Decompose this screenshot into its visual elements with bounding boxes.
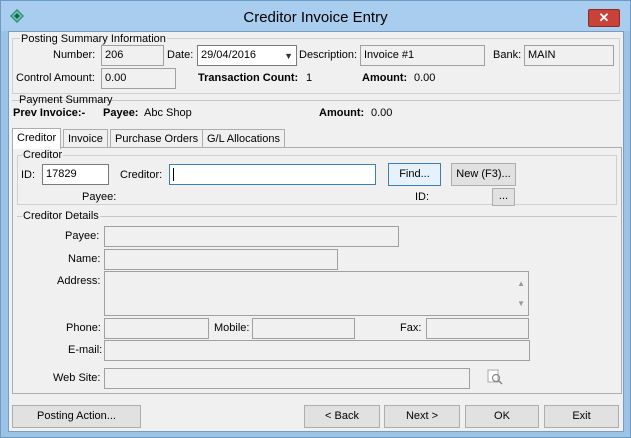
creditor-search-input[interactable] [169,164,376,185]
close-button[interactable]: ✕ [588,9,620,27]
details-mobile-label: Mobile: [214,322,250,334]
bank-label: Bank: [493,49,522,61]
transaction-count-value: 1 [306,72,313,84]
text-caret [173,167,174,181]
posting-amount-value: 0.00 [414,72,436,84]
creditor-tab-panel: Creditor ID: 17829 Creditor: Find... New… [12,147,622,394]
creditor-details-divider [17,216,617,217]
payment-payee-value: Abc Shop [144,107,192,119]
details-name-field[interactable] [104,249,338,270]
date-picker[interactable]: 29/04/2016 ▼ [197,45,297,66]
title-bar[interactable]: Creditor Invoice Entry ✕ [1,1,630,31]
payment-amount-label: Amount: [319,107,365,119]
close-icon: ✕ [598,10,610,25]
payment-amount-value: 0.00 [371,107,393,119]
scroll-up-icon[interactable]: ▲ [517,276,525,291]
number-field[interactable]: 206 [101,45,164,66]
creditor-details-caption: Creditor Details [22,210,100,222]
control-amount-label: Control Amount: [16,72,95,84]
control-amount-field[interactable]: 0.00 [101,68,176,89]
creditor-id-label: ID: [21,169,36,181]
payment-payee-label: Payee: [103,107,139,119]
tab-invoice[interactable]: Invoice [63,129,108,148]
client-area: Posting Summary Information Number: 206 … [8,31,624,432]
exit-button[interactable]: Exit [544,405,619,428]
new-creditor-button[interactable]: New (F3)... [451,163,516,186]
posting-amount-label: Amount: [362,72,408,84]
tab-creditor[interactable]: Creditor [12,128,62,149]
payment-summary-caption: Payment Summary [19,94,113,106]
tab-purchase-orders[interactable]: Purchase Orders [110,129,204,148]
details-mobile-field[interactable] [252,318,355,339]
date-value: 29/04/2016 [201,49,257,61]
details-fax-label: Fax: [400,322,422,334]
next-button[interactable]: Next > [384,405,460,428]
transaction-count-label: Transaction Count: [198,72,299,84]
web-search-icon[interactable] [487,369,503,385]
details-email-label: E-mail: [68,344,103,356]
creditor-id-field[interactable]: 17829 [42,164,109,185]
posting-action-button[interactable]: Posting Action... [12,405,141,428]
details-phone-label: Phone: [66,322,101,334]
details-website-label: Web Site: [53,372,101,384]
find-button[interactable]: Find... [388,163,441,186]
ok-button[interactable]: OK [465,405,539,428]
details-payee-label: Payee: [65,230,100,242]
back-button[interactable]: < Back [304,405,380,428]
creditor-label: Creditor: [120,169,163,181]
bank-field[interactable]: MAIN [524,45,614,66]
description-field[interactable]: Invoice #1 [360,45,485,66]
tab-gl-allocations[interactable]: G/L Allocations [202,129,285,148]
posting-summary-caption: Posting Summary Information [20,33,167,45]
details-website-field[interactable] [104,368,470,389]
date-label: Date: [167,49,194,61]
details-payee-field[interactable] [104,226,399,247]
details-fax-field[interactable] [426,318,529,339]
details-email-field[interactable] [104,340,530,361]
prev-invoice-label: Prev Invoice:- [13,107,86,119]
number-label: Number: [53,49,96,61]
details-address-field[interactable]: ▲ ▼ [104,271,529,316]
creditor-payee-label: Payee: [82,191,117,203]
description-label: Description: [299,49,358,61]
chevron-down-icon[interactable]: ▼ [284,49,293,64]
details-phone-field[interactable] [104,318,209,339]
details-name-label: Name: [68,253,101,265]
creditor-id2-label: ID: [415,191,430,203]
scroll-down-icon[interactable]: ▼ [517,296,525,311]
creditor-invoice-window: Creditor Invoice Entry ✕ Posting Summary… [0,0,631,438]
details-address-label: Address: [57,275,101,287]
payee-browse-button[interactable]: ... [492,188,515,206]
creditor-group-caption: Creditor [22,149,64,161]
window-title: Creditor Invoice Entry [243,9,388,26]
